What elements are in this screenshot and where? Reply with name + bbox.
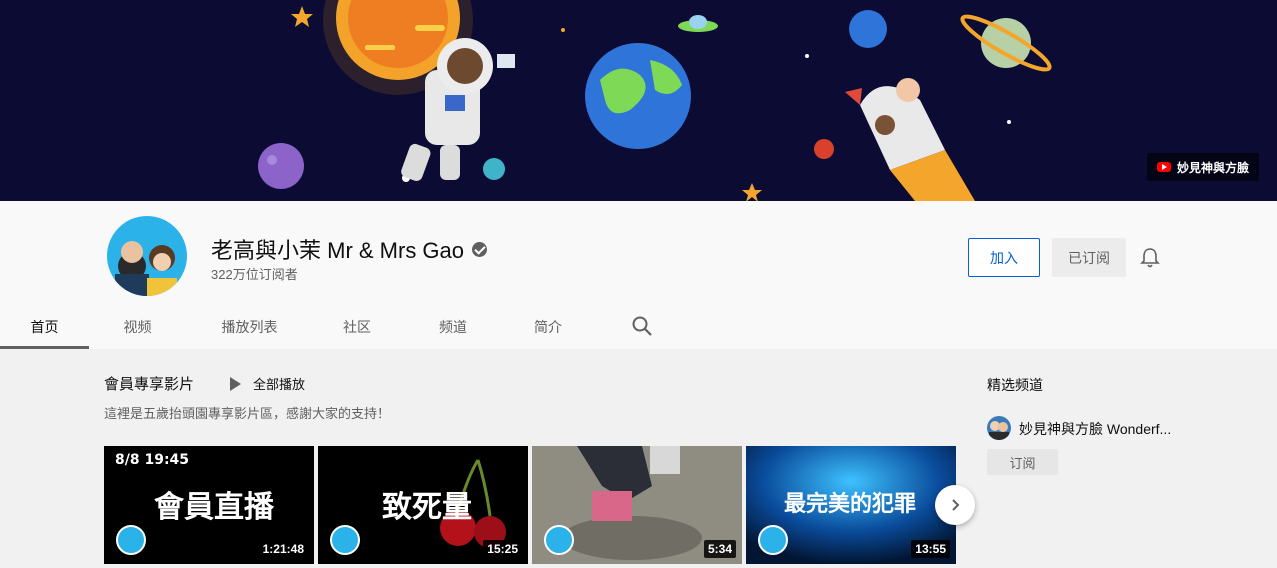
featured-channel-avatar[interactable] bbox=[987, 416, 1011, 440]
join-button[interactable]: 加入 bbox=[968, 238, 1040, 277]
video-thumbnail[interactable]: 5:34 bbox=[532, 446, 742, 564]
tab-about[interactable]: 简介 bbox=[505, 304, 591, 349]
youtube-logo-icon bbox=[1156, 162, 1171, 172]
play-all-label: 全部播放 bbox=[253, 377, 306, 392]
channel-avatar-small bbox=[116, 525, 146, 555]
video-duration: 13:55 bbox=[911, 540, 950, 558]
avatar-art bbox=[115, 241, 177, 296]
channel-name: 老高與小茉 Mr & Mrs Gao bbox=[211, 238, 465, 263]
banner-art bbox=[258, 0, 1052, 201]
featured-subscribe-button[interactable]: 订阅 bbox=[987, 449, 1058, 475]
thumbnail-overlay-text: 致死量 bbox=[382, 490, 472, 525]
featured-avatar-art bbox=[989, 421, 1009, 440]
video-duration: 1:21:48 bbox=[258, 540, 308, 558]
banner-badge-label: 妙見神與方臉 bbox=[1176, 160, 1249, 175]
thumbnail-overlay-text: 會員直播 bbox=[154, 490, 274, 525]
video-duration: 15:25 bbox=[483, 540, 522, 558]
video-thumbnail[interactable]: 8/8 19:45 會員直播 1:21:48 bbox=[104, 446, 314, 564]
video-thumbnail[interactable]: 最完美的犯罪 13:55 bbox=[746, 446, 956, 564]
shelf-description: 這裡是五歲抬頭園專享影片區，感謝大家的支持！ bbox=[104, 406, 391, 421]
verified-check-icon bbox=[472, 241, 488, 257]
shelf-title[interactable]: 會員專享影片 bbox=[104, 373, 194, 394]
tab-channels[interactable]: 频道 bbox=[401, 304, 505, 349]
banner-link-badge[interactable]: 妙見神與方臉 bbox=[1146, 153, 1259, 181]
channel-banner: 妙見神與方臉 bbox=[0, 0, 1277, 201]
tab-community[interactable]: 社区 bbox=[313, 304, 401, 349]
channel-avatar-small bbox=[544, 525, 574, 555]
play-all-button[interactable]: 全部播放 bbox=[230, 374, 305, 393]
tab-home[interactable]: 首页 bbox=[0, 304, 89, 349]
subscriber-count: 322万位订阅者 bbox=[211, 267, 298, 282]
channel-search-icon[interactable] bbox=[631, 315, 653, 337]
featured-channel-name[interactable]: 妙見神與方臉 Wonderf... bbox=[1019, 419, 1179, 439]
channel-tabs: 首页 视频 播放列表 社区 频道 简介 bbox=[0, 304, 591, 349]
video-duration: 5:34 bbox=[703, 540, 736, 558]
notification-bell-icon[interactable] bbox=[1140, 247, 1160, 269]
shelf-next-button[interactable] bbox=[935, 485, 975, 525]
subscribed-button[interactable]: 已订阅 bbox=[1052, 238, 1126, 277]
tab-videos[interactable]: 视频 bbox=[89, 304, 186, 349]
play-icon bbox=[230, 376, 241, 391]
featured-channels-title: 精选频道 bbox=[987, 377, 1043, 393]
channel-avatar-small bbox=[330, 525, 360, 555]
chevron-right-icon bbox=[952, 499, 960, 511]
video-thumbnail[interactable]: 致死量 15:25 bbox=[318, 446, 528, 564]
thumbnail-overlay-text: 最完美的犯罪 bbox=[784, 492, 917, 517]
channel-header: 老高與小茉 Mr & Mrs Gao 322万位订阅者 加入 已订阅 首页 视频… bbox=[0, 201, 1277, 349]
tab-playlists[interactable]: 播放列表 bbox=[186, 304, 313, 349]
channel-title: 老高與小茉 Mr & Mrs Gao bbox=[211, 233, 488, 265]
channel-avatar[interactable] bbox=[107, 216, 187, 296]
channel-avatar-small bbox=[758, 525, 788, 555]
thumbnail-overlay-date: 8/8 19:45 bbox=[115, 452, 190, 468]
